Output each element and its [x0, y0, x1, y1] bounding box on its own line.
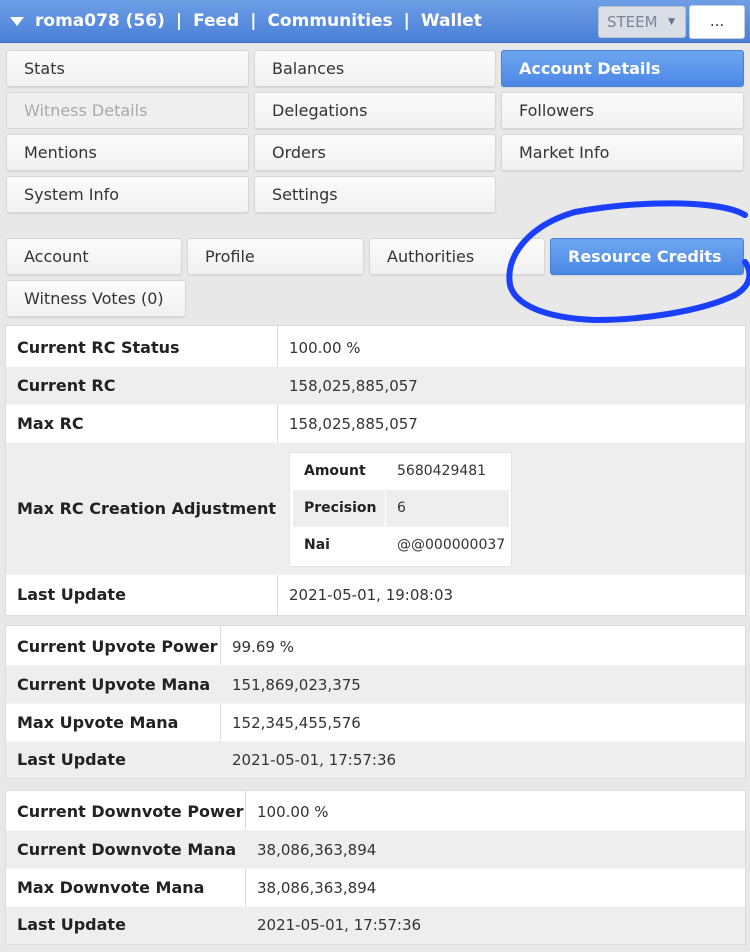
table-row: Current RC Status 100.00 % [6, 326, 745, 368]
row-value: 152,345,455,576 [232, 714, 361, 732]
menu-market-info[interactable]: Market Info [501, 134, 744, 171]
nav-separator: | [175, 11, 183, 31]
user-link[interactable]: roma078 (56) [35, 11, 165, 31]
table-row: Amount 5680429481 [293, 453, 509, 490]
row-value: 2021-05-01, 19:08:03 [289, 586, 454, 604]
row-value: 100.00 % [289, 339, 361, 357]
adjustment-key: Precision [304, 500, 377, 516]
row-value: 100.00 % [257, 803, 329, 821]
table-row: Max RC 158,025,885,057 [6, 405, 745, 443]
table-row: Last Update 2021-05-01, 19:08:03 [6, 575, 745, 615]
tab-account[interactable]: Account [6, 238, 182, 275]
row-key: Max Upvote Mana [17, 713, 179, 732]
row-key: Last Update [17, 750, 126, 769]
menu-followers[interactable]: Followers [501, 92, 744, 129]
row-value: 2021-05-01, 17:57:36 [232, 751, 397, 769]
table-row: Current Downvote Power 100.00 % [6, 791, 745, 831]
nav-feed[interactable]: Feed [193, 11, 239, 31]
adjustment-value: @@000000037 [397, 537, 506, 553]
table-row: Current RC 158,025,885,057 [6, 367, 745, 405]
menu-system-info[interactable]: System Info [6, 176, 249, 213]
row-key: Current Upvote Power [17, 637, 218, 656]
nav-wallet[interactable]: Wallet [421, 11, 482, 31]
more-button[interactable]: ... [689, 5, 745, 39]
chain-select-value: STEEM [607, 13, 658, 31]
row-key: Current RC Status [17, 338, 180, 357]
top-nav: roma078 (56) | Feed | Communities | Wallet [35, 0, 482, 43]
nav-separator: | [403, 11, 410, 31]
table-row: Current Upvote Mana 151,869,023,375 [6, 666, 745, 704]
table-row: Max Downvote Mana 38,086,363,894 [6, 869, 745, 907]
table-row: Current Downvote Mana 38,086,363,894 [6, 831, 745, 869]
table-row: Max Upvote Mana 152,345,455,576 [6, 704, 745, 742]
row-key: Max Downvote Mana [17, 878, 205, 897]
adjustment-key: Nai [304, 537, 330, 553]
row-value: 151,869,023,375 [232, 676, 361, 694]
row-value: 2021-05-01, 17:57:36 [257, 916, 422, 934]
table-row: Current Upvote Power 99.69 % [6, 626, 745, 666]
row-key: Current Downvote Power [17, 802, 244, 821]
row-value: 38,086,363,894 [257, 879, 377, 897]
adjustment-value: 6 [397, 500, 406, 516]
row-key: Current RC [17, 376, 116, 395]
adjustment-table: Amount 5680429481 Precision 6 Nai @@0000… [289, 452, 512, 567]
column-divider [385, 490, 386, 527]
tab-profile[interactable]: Profile [187, 238, 364, 275]
row-key: Max RC Creation Adjustment [17, 499, 277, 518]
row-key: Current Upvote Mana [17, 675, 211, 694]
tab-witness-votes[interactable]: Witness Votes (0) [6, 280, 186, 317]
downvote-table: Current Downvote Power 100.00 % Current … [5, 790, 746, 945]
row-key: Last Update [17, 585, 126, 604]
row-key: Current Downvote Mana [17, 840, 237, 859]
menu-settings[interactable]: Settings [254, 176, 496, 213]
menu-caret-icon[interactable] [10, 17, 24, 26]
row-key: Last Update [17, 915, 126, 934]
table-row: Last Update 2021-05-01, 17:57:36 [6, 742, 745, 778]
menu-delegations[interactable]: Delegations [254, 92, 496, 129]
menu-orders[interactable]: Orders [254, 134, 496, 171]
table-row: Last Update 2021-05-01, 17:57:36 [6, 907, 745, 944]
tab-authorities[interactable]: Authorities [369, 238, 545, 275]
top-nav-bar: roma078 (56) | Feed | Communities | Wallet STE… [0, 0, 750, 43]
nav-communities[interactable]: Communities [267, 11, 392, 31]
table-row: Nai @@000000037 [293, 527, 509, 564]
adjustment-value: 5680429481 [397, 463, 487, 479]
menu-account-details[interactable]: Account Details [501, 50, 744, 87]
menu-balances[interactable]: Balances [254, 50, 496, 87]
row-value: 38,086,363,894 [257, 841, 377, 859]
nav-separator: | [250, 11, 257, 31]
table-row: Precision 6 [293, 490, 509, 527]
menu-mentions[interactable]: Mentions [6, 134, 249, 171]
menu-witness-details: Witness Details [6, 92, 249, 129]
dropdown-arrow-icon: ▼ [668, 17, 675, 27]
adjustment-key: Amount [304, 463, 366, 479]
chain-select[interactable]: STEEM ▼ [598, 6, 686, 38]
menu-stats[interactable]: Stats [6, 50, 249, 87]
row-value: 158,025,885,057 [289, 415, 418, 433]
row-key: Max RC [17, 414, 84, 433]
tab-resource-credits[interactable]: Resource Credits [550, 238, 744, 275]
row-value: 158,025,885,057 [289, 377, 418, 395]
row-value: 99.69 % [232, 638, 294, 656]
upvote-table: Current Upvote Power 99.69 % Current Upv… [5, 625, 746, 779]
